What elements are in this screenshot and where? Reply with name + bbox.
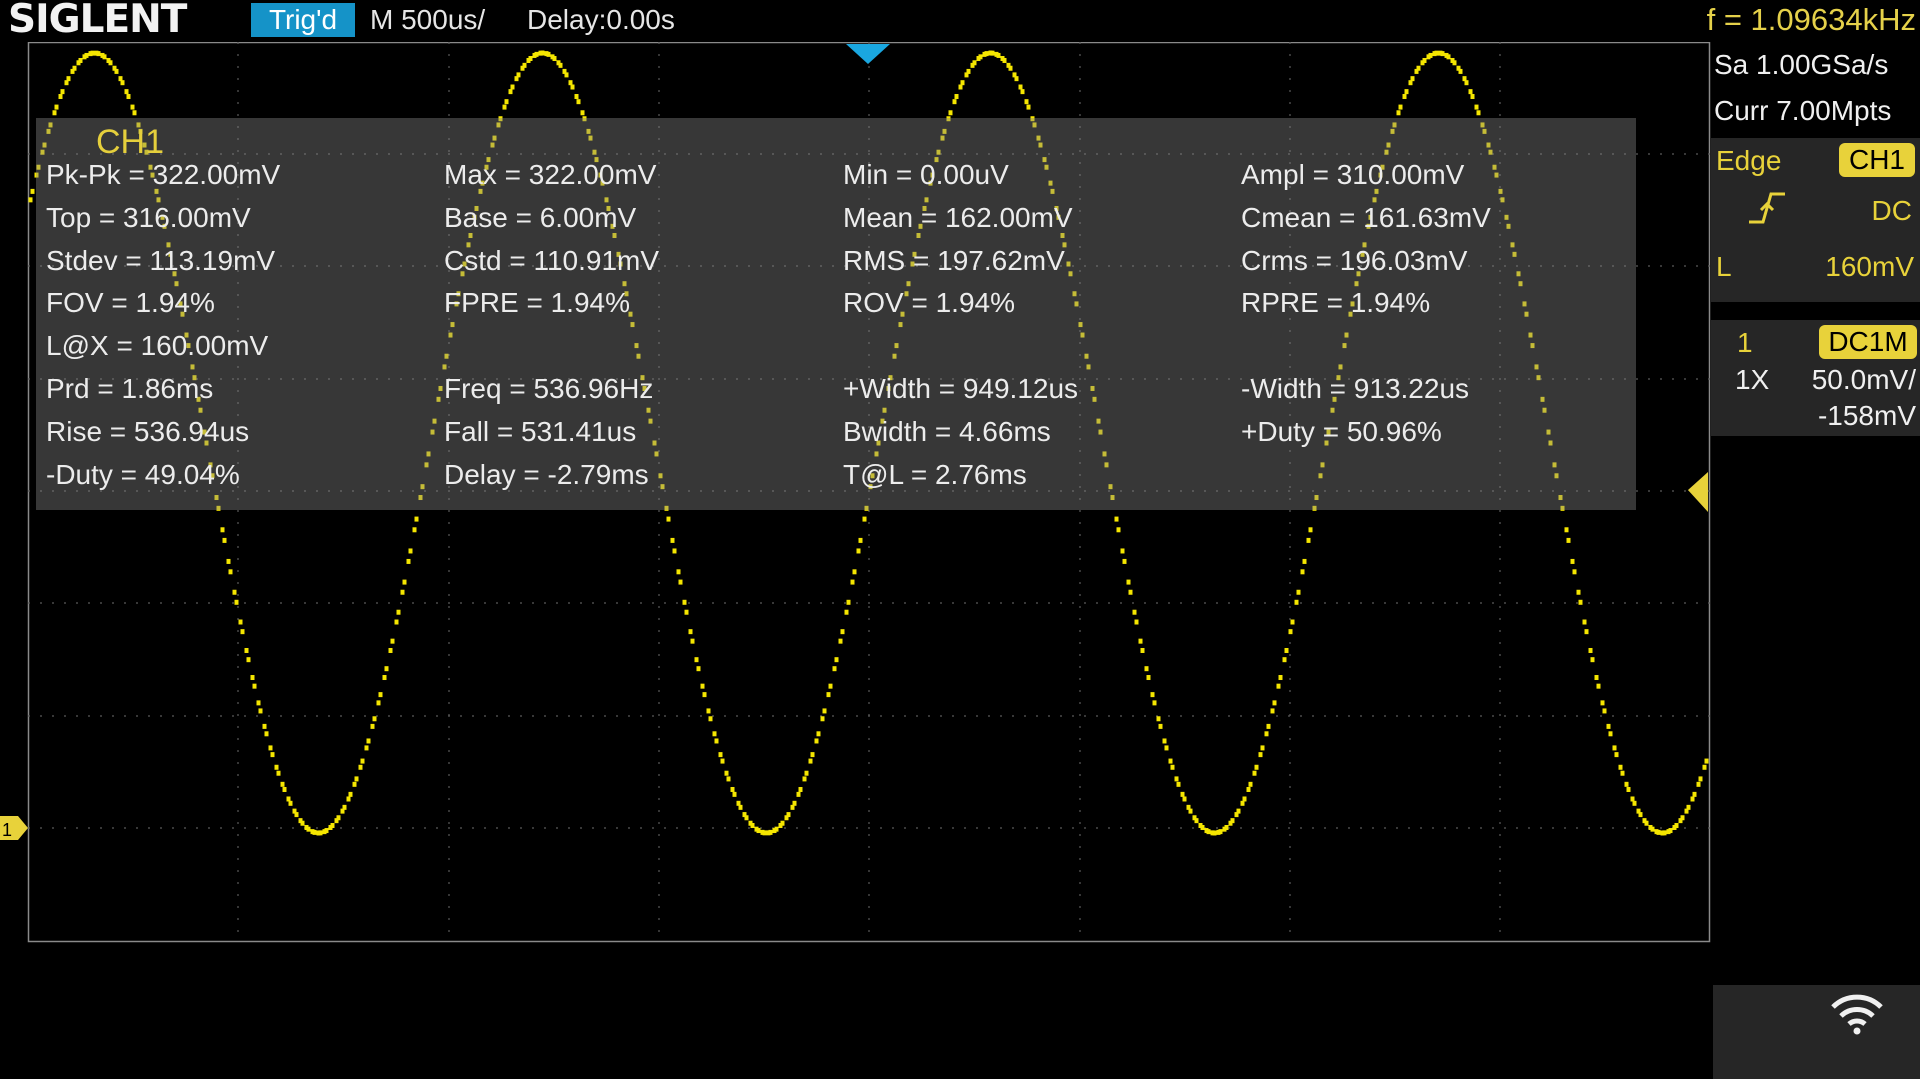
measurement-item: Pk-Pk = 322.00mV [46,159,281,190]
top-bar: SIGLENT Trig'd M 500us/ Delay:0.00s f = … [0,0,1920,42]
frequency-counter: f = 1.09634kHz [1706,2,1916,37]
measurement-item: FOV = 1.94% [46,287,215,319]
trigger-coupling: DC [1871,195,1912,226]
measurement-item: RMS = 197.62mV [843,244,1065,276]
svg-text:1: 1 [2,820,12,840]
trigger-position-marker-icon[interactable] [846,44,890,64]
trigger-level-label: L [1716,251,1732,282]
rising-edge-icon [1747,188,1787,228]
waveform-area[interactable]: 1 CH1 Pk-Pk = 322.00mV Max = 322.00mV Min … [0,42,1711,944]
trigger-panel[interactable]: Edge CH1 DC L 160mV [1711,138,1920,302]
channel1-scale: 50.0mV/ [1811,364,1916,395]
measurement-item: RPRE = 1.94% [1241,287,1431,319]
wifi-status[interactable] [1713,985,1920,1079]
trigger-status-badge[interactable]: Trig'd [251,3,355,37]
timebase-readout[interactable]: M 500us/ [370,3,485,37]
sample-rate: Sa 1.00GSa/s [1714,49,1889,80]
channel1-number: 1 [1737,327,1753,358]
delay-readout[interactable]: Delay:0.00s [527,3,675,37]
channel1-coupling-badge: DC1M [1819,325,1917,359]
trigger-level-value: 160mV [1825,251,1914,282]
measurement-item: -Width = 913.22us [1241,373,1470,404]
measurement-item: +Width = 949.12us [843,373,1079,404]
brand-logo: SIGLENT [8,0,187,42]
channel1-ground-marker[interactable]: 1 [0,816,28,840]
measurement-item: Freq = 536.96Hz [444,373,654,404]
measurement-item: L@X = 160.00mV [46,330,269,362]
channel1-probe: 1X [1735,364,1770,395]
measurement-item: FPRE = 1.94% [444,287,630,319]
measurement-item: Cstd = 110.91mV [444,244,660,276]
measurement-channel-title: CH1 [96,123,165,161]
measurement-item: -Duty = 49.04% [46,458,240,490]
measurement-item: Crms = 196.03mV [1241,244,1468,276]
measurement-item: Base = 6.00mV [444,201,637,233]
channel1-panel[interactable]: 1 DC1M 1X 50.0mV/ -158mV [1711,320,1920,436]
measurement-item: Stdev = 113.19mV [46,244,276,276]
wifi-icon [1831,994,1883,1035]
measurement-item: Delay = -2.79ms [444,458,649,490]
measurement-item: Cmean = 161.63mV [1241,201,1491,233]
measurement-item: T@L = 2.76ms [843,458,1027,490]
measurement-item: Fall = 531.41us [444,415,637,447]
trigger-type: Edge [1716,145,1782,176]
memory-depth: Curr 7.00Mpts [1714,95,1892,126]
measurement-item: +Duty = 50.96% [1241,415,1442,447]
measurement-item: ROV = 1.94% [843,287,1015,319]
measurement-item: Top = 316.00mV [46,201,251,233]
measurement-item: Bwidth = 4.66ms [843,415,1051,447]
measurement-item: Prd = 1.86ms [46,373,214,404]
trigger-source-badge: CH1 [1839,143,1915,177]
measurement-item: Rise = 536.94us [46,415,250,447]
channel1-offset: -158mV [1817,400,1916,431]
measurement-item: Min = 0.00uV [843,159,1009,190]
measurement-item: Max = 322.00mV [444,159,657,190]
measurement-item: Ampl = 310.00mV [1241,159,1465,190]
measurement-item: Mean = 162.00mV [843,201,1073,233]
